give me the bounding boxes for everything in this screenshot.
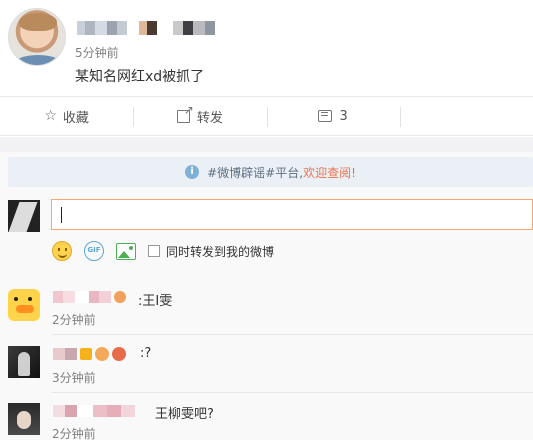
favorite-label: 收藏 [62,110,89,126]
author-name-pixelated[interactable] [77,20,215,36]
gif-icon[interactable]: GIF [84,241,104,261]
image-icon[interactable] [116,242,136,260]
vip-v-icon [80,348,92,360]
comment-text: :王I雯 [138,294,173,309]
comment-icon [318,110,333,122]
repost-checkbox[interactable] [148,245,160,257]
comment-divider [52,392,533,393]
commenter-name-pixelated[interactable] [53,404,135,418]
comment-count: 3 [339,108,348,124]
info-icon: i [185,165,200,179]
comment-timestamp[interactable]: 3分钟前 [52,369,96,386]
weibo-post: 5分钟前 某知名网红xd被抓了 [0,0,533,96]
comment-timestamp[interactable]: 2分钟前 [52,311,96,328]
repost-button[interactable]: 转发 [133,97,266,135]
favorite-button[interactable]: ☆ 收藏 [0,97,133,135]
comment-text: 王柳雯吧? [155,407,214,422]
notice-link[interactable]: 欢迎查阅! [303,164,356,181]
commenter-name-pixelated[interactable] [53,347,126,361]
post-timestamp[interactable]: 5分钟前 [75,44,119,61]
badge-icon [112,347,126,361]
repost-label: 转发 [196,110,223,126]
comment-text: :? [140,346,152,361]
rumor-notice-bar: i #微博辟谣#平台, 欢迎查阅! [8,157,533,187]
text-cursor [61,207,62,223]
comment-input[interactable] [51,199,533,230]
avatar-hair [19,13,57,31]
star-icon: ☆ [44,108,57,124]
current-user-avatar[interactable] [8,200,40,232]
author-avatar[interactable] [8,8,66,66]
comment-button[interactable]: 3 [266,97,400,135]
forward-icon [176,103,194,123]
composer-toolbar: GIF 同时转发到我的微博 [52,239,274,263]
commenter-avatar[interactable] [8,289,40,321]
emoji-icon[interactable] [52,241,72,261]
comment-timestamp[interactable]: 2分钟前 [52,425,96,440]
notice-text: #微博辟谣#平台, [207,165,304,180]
avatar-shirt [13,55,63,65]
comment-divider [52,334,533,335]
badge-icon [95,347,109,361]
commenter-avatar[interactable] [8,403,40,435]
commenter-name-pixelated[interactable] [53,290,126,304]
commenter-avatar[interactable] [8,346,40,378]
post-content: 某知名网红xd被抓了 [75,69,205,85]
like-button[interactable] [399,97,533,135]
badge-icon [114,291,126,303]
post-action-bar: ☆ 收藏 转发 3 [0,96,533,136]
repost-checkbox-label[interactable]: 同时转发到我的微博 [166,243,274,260]
